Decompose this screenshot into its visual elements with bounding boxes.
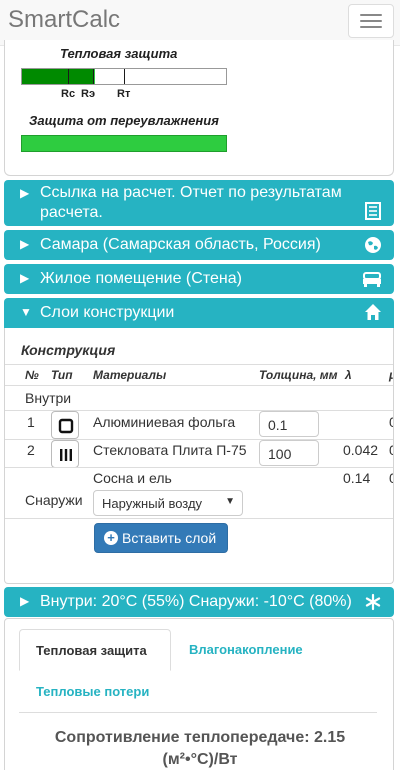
insert-layer-label: Вставить слой xyxy=(122,530,217,546)
inside-label: Внутри xyxy=(25,390,72,406)
marker-rc-tick xyxy=(68,69,69,84)
dropdown-arrow-icon: ▼ xyxy=(225,496,235,507)
layer-mu: 0 xyxy=(389,442,393,458)
brand-logo[interactable]: SmartCalc xyxy=(8,6,120,34)
thermal-bar-dark-segment xyxy=(22,69,93,84)
layer-material[interactable]: Алюминиевая фольга xyxy=(93,414,235,430)
tab-moisture[interactable]: Влагонакопление xyxy=(189,642,303,657)
col-material: Материалы xyxy=(93,368,167,382)
protection-card: Тепловая защита Rc Rэ Rт Защита от переу… xyxy=(4,40,394,176)
accordion-room-label: Жилое помещение (Стена) xyxy=(40,270,242,287)
col-lambda: λ xyxy=(345,368,352,382)
layer-lambda: 0.042 xyxy=(343,442,379,458)
accordion-location-label: Самара (Самарская область, Россия) xyxy=(40,236,321,253)
tab-heat-loss[interactable]: Тепловые потери xyxy=(36,684,149,699)
outside-label: Снаружи xyxy=(25,492,83,508)
construction-title: Конструкция xyxy=(21,342,116,358)
caret-right-icon: ▶ xyxy=(20,594,30,608)
accordion-layers[interactable]: ▼ Слои конструкции xyxy=(4,298,394,328)
snowflake-icon xyxy=(365,593,381,611)
col-mu: μ xyxy=(389,368,393,382)
caret-right-icon: ▶ xyxy=(20,186,30,200)
tab-thermal-protection[interactable]: Тепловая защита xyxy=(19,629,171,671)
col-thickness: Толщина, мм xyxy=(259,368,338,382)
extra-lambda: 0.14 xyxy=(343,470,371,486)
thickness-input[interactable]: 0.1 xyxy=(259,411,319,437)
accordion-conditions-label: Внутри: 20°C (55%) Снаружи: -10°C (80%) xyxy=(40,593,352,610)
document-icon xyxy=(365,202,381,220)
col-type: Тип xyxy=(51,368,73,382)
menu-toggle-button[interactable] xyxy=(348,4,394,38)
layer-material[interactable]: Стекловата Плита П-75 xyxy=(93,442,247,458)
moisture-protection-bar xyxy=(21,135,227,152)
results-card: Тепловая защита Влагонакопление Тепловые… xyxy=(4,618,394,770)
layers-table-header: № Тип Материалы Толщина, мм λ μ xyxy=(5,364,393,386)
layer-number: 1 xyxy=(27,414,35,430)
extra-mu: 0 xyxy=(389,470,393,486)
layers-panel: Конструкция № Тип Материалы Толщина, мм … xyxy=(4,328,394,584)
outside-air-value: Наружный возду xyxy=(102,496,203,511)
thermal-protection-bar xyxy=(21,68,227,85)
accordion-conditions[interactable]: ▶ Внутри: 20°C (55%) Снаружи: -10°C (80%… xyxy=(4,587,394,617)
outside-air-select[interactable]: Наружный возду ▼ xyxy=(93,490,243,516)
accordion-report-label: Ссылка на расчет. Отчет по результатам р… xyxy=(40,184,342,221)
caret-down-icon: ▼ xyxy=(20,305,32,319)
insert-layer-button[interactable]: + Вставить слой xyxy=(94,523,228,553)
col-number: № xyxy=(25,368,39,382)
layer-type-button[interactable] xyxy=(51,440,79,468)
accordion-report[interactable]: ▶ Ссылка на расчет. Отчет по результатам… xyxy=(4,180,394,226)
caret-right-icon: ▶ xyxy=(20,271,30,285)
marker-rt-label: Rт xyxy=(117,88,131,100)
accordion-room[interactable]: ▶ Жилое помещение (Стена) xyxy=(4,264,394,294)
hamburger-icon xyxy=(360,14,382,16)
thermal-protection-title: Тепловая защита xyxy=(60,46,178,61)
globe-icon xyxy=(365,237,381,253)
extra-material[interactable]: Сосна и ель xyxy=(93,470,172,486)
layer-mu: 0 xyxy=(389,414,393,430)
accordion-location[interactable]: ▶ Самара (Самарская область, Россия) xyxy=(4,230,394,260)
accordion-layers-label: Слои конструкции xyxy=(40,304,175,321)
caret-right-icon: ▶ xyxy=(20,237,30,251)
marker-re-tick xyxy=(93,69,94,84)
plus-circle-icon: + xyxy=(104,531,118,545)
layer-type-button[interactable] xyxy=(51,411,79,439)
resistance-unit: (м²•°С)/Вт xyxy=(162,751,238,768)
home-icon xyxy=(365,304,381,320)
marker-rt-tick xyxy=(124,69,125,84)
foil-type-icon xyxy=(58,418,74,434)
marker-rc-label: Rc xyxy=(61,88,76,100)
marker-re-label: Rэ xyxy=(81,88,96,100)
moisture-protection-title: Защита от переувлажнения xyxy=(29,113,219,128)
bed-icon xyxy=(363,272,381,287)
thickness-input[interactable]: 100 xyxy=(259,440,319,466)
resistance-value: Сопротивление теплопередаче: 2.15 xyxy=(54,729,346,746)
layer-number: 2 xyxy=(27,442,35,458)
insulation-type-icon xyxy=(60,449,72,461)
